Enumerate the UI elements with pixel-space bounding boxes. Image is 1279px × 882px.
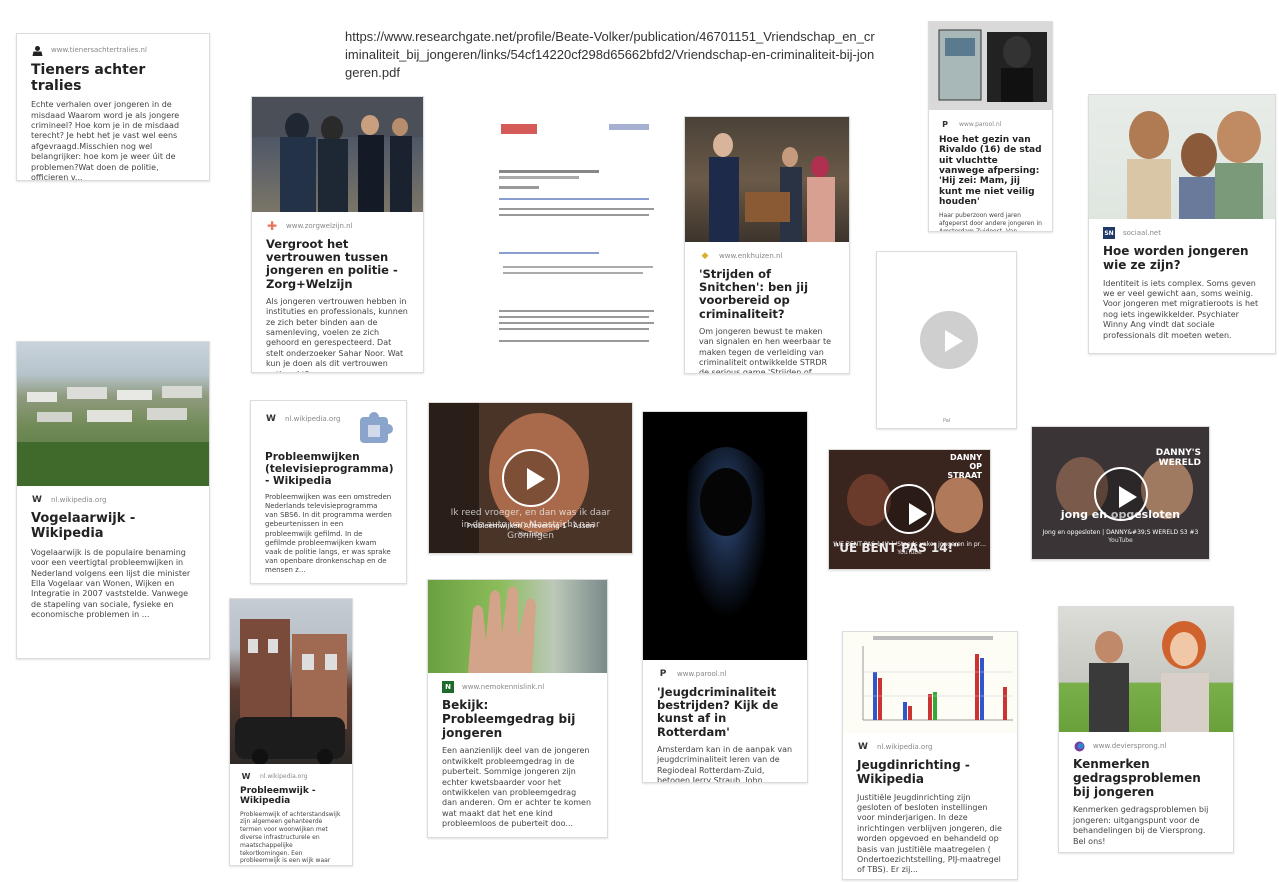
pin-card-vogelaarwijk[interactable]: W nl.wikipedia.org Vogelaarwijk - Wikipe… [16, 341, 210, 659]
enkhuizen-logo-icon: ◆ [701, 251, 709, 261]
card-title: Jeugdinrichting - Wikipedia [857, 758, 970, 786]
pin-card-sociaal[interactable]: SN sociaal.net Hoe worden jongeren wie z… [1088, 94, 1276, 354]
pin-card-rotterdam[interactable]: P www.parool.nl 'Jeugdcriminaliteit best… [642, 411, 808, 783]
pdf-page-thumbnail [499, 124, 654, 342]
card-title: 'Strijden of Snitchen': ben jij voorbere… [699, 267, 809, 321]
card-image-smiling-boys [1089, 95, 1275, 219]
nemo-logo-icon: N [442, 681, 454, 693]
video-card-probleemwijken[interactable]: Ik reed vroeger, en dan was ik daar in d… [428, 402, 633, 554]
card-title: Probleemwijk - Wikipedia [240, 786, 316, 807]
card-source: SN sociaal.net [1103, 227, 1161, 239]
wikipedia-w-icon: W [32, 495, 42, 505]
wikipedia-w-icon: W [241, 771, 251, 781]
pin-card-probleemwijk[interactable]: W nl.wikipedia.org Probleemwijk - Wikipe… [229, 598, 353, 866]
pin-card-vertrouwen[interactable]: ✚ www.zorgwelzijn.nl Vergroot het vertro… [251, 96, 424, 373]
pin-card-jeugdinrichting[interactable]: W nl.wikipedia.org Jeugdinrichting - Wik… [842, 631, 1018, 880]
card-header: W nl.wikipedia.org [251, 401, 406, 445]
card-description: Echte verhalen over jongeren in de misda… [31, 100, 180, 181]
card-source: P www.parool.nl [643, 660, 807, 680]
card-description: Identiteit is iets complex. Soms geven w… [1103, 278, 1259, 340]
card-description: Probleemwijken was een omstreden Nederla… [265, 493, 392, 574]
card-title: Bekijk: Probleemgedrag bij jongeren [442, 698, 576, 740]
card-image-bar-chart [843, 632, 1017, 733]
pin-card-kenmerken[interactable]: www.deviersprong.nl Kenmerken gedragspro… [1058, 606, 1234, 853]
card-image-game-presentation [685, 117, 849, 242]
video-show-tag: DANNY'S WERELD [1155, 448, 1201, 468]
video-caption: Probleemwijken Aflevering 1 - Assen YouT… [466, 522, 595, 539]
card-source: W nl.wikipedia.org [32, 495, 107, 505]
card-description: Om jongeren bewust te maken van signalen… [699, 326, 832, 374]
card-title: Hoe worden jongeren wie ze zijn? [1103, 244, 1249, 272]
parool-p-icon: P [942, 119, 948, 129]
pin-card-snitchen[interactable]: ◆ www.enkhuizen.nl 'Strijden of Snitchen… [684, 116, 850, 374]
video-card-dannys-wereld[interactable]: DANNY'S WERELD jong en opgesloten Jong e… [1031, 426, 1210, 560]
user-silhouette-icon [31, 44, 43, 56]
pin-card-tieners[interactable]: www.tienersachtertralies.nl Tieners acht… [16, 33, 210, 181]
plus-cross-icon: ✚ [266, 219, 278, 233]
viersprong-logo-icon [1073, 740, 1085, 752]
card-source: P www.parool.nl [929, 110, 1052, 130]
card-title: Vogelaarwijk - Wikipedia [31, 511, 136, 541]
card-description: Een aanzienlijk deel van de jongeren ont… [442, 746, 592, 829]
card-title: Probleemwijken (televisieprogramma) - Wi… [265, 451, 394, 488]
card-title: Kenmerken gedragsproblemen bij jongeren [1073, 757, 1201, 799]
card-source: ✚ www.zorgwelzijn.nl [266, 219, 353, 233]
card-source: W nl.wikipedia.org [241, 771, 308, 781]
card-description: Justitiële Jeugdinrichting zijn gesloten… [857, 792, 1002, 875]
wikipedia-w-icon: W [858, 742, 868, 752]
wikipedia-w-icon: W [266, 414, 276, 424]
card-title: 'Jeugdcriminaliteit bestrijden? Kijk de … [657, 685, 779, 739]
card-description: Amsterdam kan in de aanpak van jeugdcrim… [657, 744, 793, 783]
card-image-mother-daughter [1059, 607, 1233, 732]
card-image-aerial-neighbourhood [17, 342, 209, 486]
puzzle-piece-icon [360, 412, 393, 443]
pin-card-probleemwijken-tv[interactable]: W nl.wikipedia.org Probleemwijken (telev… [250, 400, 407, 584]
card-image-raised-hand [428, 580, 607, 673]
card-title: Vergroot het vertrouwen tussen jongeren … [266, 237, 398, 291]
card-description: Als jongeren vertrouwen hebben in instit… [266, 296, 408, 372]
card-description: Probleemwijk of achterstandswijk zijn al… [240, 810, 341, 865]
card-description: Vogelaarwijk is de populaire benaming vo… [31, 547, 191, 620]
play-icon[interactable] [1094, 467, 1148, 521]
card-source: www.deviersprong.nl [1059, 732, 1233, 752]
video-caption: Pal [943, 418, 951, 424]
pin-card-probleemgedrag[interactable]: N www.nemokennislink.nl Bekijk: Probleem… [427, 579, 608, 838]
card-image-hooded-figure [643, 412, 807, 660]
card-image-atm-illustration [929, 22, 1052, 110]
card-source: W nl.wikipedia.org [858, 742, 933, 752]
card-description: Haar puberzoon werd jaren afgeperst door… [939, 212, 1042, 232]
video-card-danny-op-straat[interactable]: DANNY OP STRAAT "UE BENT PAS 14!" "UE BE… [828, 449, 991, 570]
play-icon[interactable] [502, 449, 560, 507]
video-card-blank[interactable]: Pal [876, 251, 1017, 429]
play-icon[interactable] [920, 311, 978, 369]
card-title: Hoe het gezin van Rivaldo (16) de stad u… [939, 135, 1042, 208]
card-description: Kenmerken gedragsproblemen bij jongeren:… [1073, 805, 1209, 846]
sn-logo-icon: SN [1103, 227, 1115, 239]
card-source: ◆ www.enkhuizen.nl [685, 242, 849, 262]
play-icon[interactable] [884, 484, 934, 534]
card-image-police-youth [252, 97, 423, 212]
video-caption: Jong en opgesloten | DANNY&#39;S WERELD … [1042, 529, 1199, 545]
pdf-url-text[interactable]: https://www.researchgate.net/profile/Bea… [345, 28, 875, 82]
video-caption: "UE BENT PAS 14!" | 'Steeds vaker jonger… [833, 541, 986, 557]
parool-p-icon: P [659, 669, 667, 679]
card-source: N www.nemokennislink.nl [428, 673, 607, 693]
pdf-preview[interactable] [489, 110, 663, 350]
video-show-tag: DANNY OP STRAAT [947, 453, 982, 480]
card-title: Tieners achter tralies [31, 62, 146, 95]
card-image-street-houses [230, 599, 352, 764]
card-source: www.tienersachtertralies.nl [17, 34, 209, 56]
pin-card-rivaldo[interactable]: P www.parool.nl Hoe het gezin van Rivald… [928, 21, 1053, 232]
